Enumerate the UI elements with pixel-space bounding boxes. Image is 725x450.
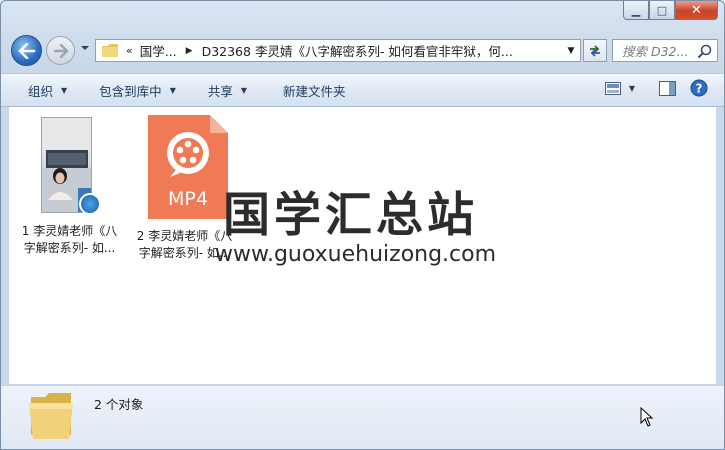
organize-menu[interactable]: 组织 ▼ <box>20 78 75 102</box>
mouse-cursor-icon <box>640 407 654 427</box>
include-in-library-label: 包含到库中 <box>99 83 162 99</box>
new-folder-button[interactable]: 新建文件夹 <box>275 78 354 102</box>
media-player-badge-icon <box>78 193 101 215</box>
preview-pane-icon[interactable] <box>659 80 676 96</box>
mp4-file-icon: MP4 <box>147 115 228 219</box>
refresh-icon <box>590 44 600 57</box>
help-icon[interactable]: ? <box>690 79 708 97</box>
file-item-1[interactable]: 1 李灵婧老师《八 字解密系列- 如... <box>12 115 127 257</box>
organize-label: 组织 <box>28 83 54 99</box>
watermark-title: 国学汇总站 <box>223 188 478 243</box>
caption-buttons: ▁ □ ✕ <box>623 1 718 20</box>
search-input[interactable]: 搜索 D32... <box>612 39 718 62</box>
file-name-line-2: 字解密系列- 如... <box>23 241 116 255</box>
address-bar[interactable]: « 国学... ▶ D32368 李灵婧《八字解密系列- 如何看官非牢狱，何..… <box>95 39 581 62</box>
breadcrumb-item-2[interactable]: D32368 李灵婧《八字解密系列- 如何看官非牢狱，何... <box>202 41 513 60</box>
view-icon <box>604 81 621 95</box>
recent-locations-button[interactable] <box>80 43 92 57</box>
explorer-window: ▁ □ ✕ « 国学... ▶ D32368 李灵婧《八字解密系列- 如何看官非… <box>0 0 725 450</box>
item-count: 2 个对象 <box>94 397 144 412</box>
chevron-down-icon <box>81 46 89 50</box>
mp4-badge-label: MP4 <box>168 188 208 210</box>
minimize-icon: ▁ <box>631 3 641 17</box>
include-in-library-menu[interactable]: 包含到库中 ▼ <box>91 78 184 102</box>
folder-icon <box>29 393 73 439</box>
file-name-line-1: 1 李灵婧老师《八 <box>21 224 118 238</box>
forward-button[interactable] <box>46 36 75 65</box>
minimize-button[interactable]: ▁ <box>623 1 649 20</box>
command-bar: 组织 ▼ 包含到库中 ▼ 共享 ▼ 新建文件夹 ▼ ? <box>1 73 724 107</box>
maximize-icon: □ <box>656 3 668 17</box>
watermark-url: www.guoxuehuizong.com <box>215 242 497 267</box>
chevron-down-icon: ▼ <box>61 85 68 95</box>
file-name: 1 李灵婧老师《八 字解密系列- 如... <box>12 223 127 257</box>
address-dropdown-icon[interactable]: ▼ <box>562 46 580 56</box>
change-view-button[interactable]: ▼ <box>604 81 635 95</box>
maximize-button[interactable]: □ <box>649 1 675 20</box>
navigation-bar: « 国学... ▶ D32368 李灵婧《八字解密系列- 如何看官非牢狱，何..… <box>9 34 718 66</box>
details-pane: 2 个对象 <box>1 385 724 449</box>
breadcrumb-item-1[interactable]: 国学... <box>140 41 177 60</box>
collapsed-path-marker[interactable]: « <box>126 44 133 57</box>
search-icon[interactable] <box>698 44 712 58</box>
chevron-down-icon: ▼ <box>169 85 176 95</box>
breadcrumb-separator-icon[interactable]: ▶ <box>186 46 193 56</box>
folder-icon <box>102 44 118 57</box>
video-thumbnail-icon <box>40 117 101 217</box>
close-icon: ✕ <box>691 2 702 18</box>
forward-arrow-icon <box>53 43 68 58</box>
view-controls: ▼ ? <box>604 79 708 97</box>
chevron-down-icon: ▼ <box>240 85 248 95</box>
refresh-button[interactable] <box>583 39 607 62</box>
share-label: 共享 <box>207 83 233 99</box>
close-button[interactable]: ✕ <box>675 1 718 20</box>
svg-text:?: ? <box>696 82 703 96</box>
chevron-down-icon[interactable]: ▼ <box>629 84 635 93</box>
back-arrow-icon <box>18 42 35 59</box>
back-button[interactable] <box>11 35 42 66</box>
share-menu[interactable]: 共享 ▼ <box>200 78 255 102</box>
search-placeholder: 搜索 D32... <box>622 44 689 59</box>
new-folder-label: 新建文件夹 <box>283 83 346 99</box>
